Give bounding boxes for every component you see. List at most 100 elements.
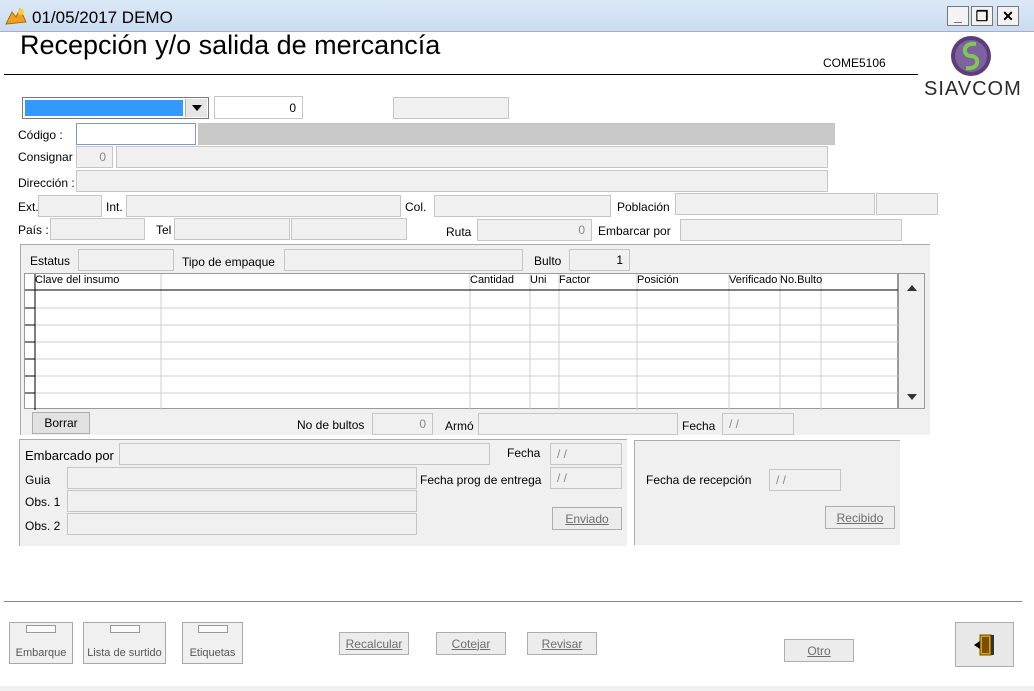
poblacion-field <box>675 193 875 215</box>
selector-dropdown[interactable] <box>22 97 209 119</box>
logo-text: SIAVCOM <box>924 78 1022 100</box>
shipping-fecha-label: Fecha <box>507 446 541 460</box>
no-bultos-field: 0 <box>372 413 433 435</box>
embarque-icon <box>26 625 56 633</box>
grid-scrollbar[interactable] <box>898 273 925 409</box>
etiquetas-button[interactable]: Etiquetas <box>182 622 243 664</box>
footer-divider <box>4 601 1022 602</box>
enviado-button-label: Enviado <box>565 511 609 526</box>
estatus-field <box>78 249 174 271</box>
col-posicion: Posición <box>637 274 679 286</box>
estatus-label: Estatus <box>30 254 71 268</box>
lista-surtido-button[interactable]: Lista de surtido <box>83 622 166 664</box>
embarque-button[interactable]: Embarque <box>9 622 73 664</box>
codigo-label: Código : <box>18 128 63 142</box>
ext-label: Ext. <box>18 200 39 214</box>
obs2-field <box>67 513 417 535</box>
fecha-label: Fecha <box>682 419 716 433</box>
lista-surtido-label: Lista de surtido <box>87 647 162 659</box>
grid-lines <box>25 274 899 410</box>
window-bottom-edge <box>0 686 1034 691</box>
scroll-up-icon[interactable] <box>907 285 917 291</box>
number-input[interactable]: 0 <box>214 96 303 119</box>
tel-field-2 <box>291 218 407 240</box>
col-no-bulto: No.Bulto <box>780 274 823 286</box>
fecha-field: / / <box>722 413 794 435</box>
exit-button[interactable] <box>955 622 1014 667</box>
armo-field <box>478 413 678 435</box>
pais-label: País : <box>18 223 49 237</box>
no-bultos-label: No de bultos <box>297 418 365 432</box>
obs1-field <box>67 490 417 512</box>
shipping-fecha-field: / / <box>550 443 622 465</box>
col-verificado: Verificado <box>729 274 778 286</box>
col-cantidad: Cantidad <box>470 274 515 286</box>
readonly-field-top <box>393 97 509 119</box>
enviado-button[interactable]: Enviado <box>552 507 622 530</box>
embarcar-por-label: Embarcar por <box>598 224 671 238</box>
direccion-field <box>76 170 828 192</box>
tel-label: Tel <box>156 223 172 237</box>
recalcular-label: Recalcular <box>345 636 403 651</box>
guia-field <box>67 467 417 489</box>
recalcular-button[interactable]: Recalcular <box>339 632 409 655</box>
revisar-label: Revisar <box>541 636 583 651</box>
int-label: Int. <box>106 200 123 214</box>
consignar-input[interactable]: 0 <box>76 146 113 168</box>
items-grid[interactable] <box>24 273 899 410</box>
close-button[interactable]: ✕ <box>997 6 1019 26</box>
bulto-field[interactable]: 1 <box>569 249 630 271</box>
col-field <box>434 195 611 217</box>
exit-door-icon <box>973 634 994 655</box>
tipo-empaque-field <box>284 249 523 271</box>
guia-label: Guia <box>25 473 51 487</box>
revisar-button[interactable]: Revisar <box>527 632 597 655</box>
embarcado-por-label: Embarcado por <box>25 448 114 463</box>
dropdown-selection <box>25 100 183 116</box>
borrar-button[interactable]: Borrar <box>32 412 90 434</box>
fecha-recepcion-field: / / <box>769 469 841 491</box>
reception-panel <box>634 440 900 545</box>
poblacion-label: Población <box>617 200 670 214</box>
etiquetas-label: Etiquetas <box>189 647 236 659</box>
recibido-button[interactable]: Recibido <box>825 506 895 529</box>
obs2-label: Obs. 2 <box>25 519 61 533</box>
etiquetas-icon <box>197 625 228 633</box>
int-field <box>126 195 401 217</box>
bulto-label: Bulto <box>534 254 562 268</box>
fecha-prog-field: / / <box>550 467 622 489</box>
fecha-recepcion-label: Fecha de recepción <box>646 473 752 487</box>
title-divider <box>4 74 918 75</box>
ruta-field: 0 <box>477 219 592 241</box>
otro-button[interactable]: Otro <box>784 639 854 662</box>
app-icon <box>5 7 27 25</box>
cotejar-label: Cotejar <box>451 636 491 651</box>
col-label: Col. <box>405 200 427 214</box>
col-factor: Factor <box>559 274 591 286</box>
poblacion-extra-field <box>876 193 938 215</box>
chevron-down-icon[interactable] <box>185 99 207 117</box>
window-title: 01/05/2017 DEMO <box>32 8 173 27</box>
pais-field <box>50 218 145 240</box>
form-code: COME5106 <box>823 56 886 70</box>
grid-header: Clave del insumo Cantidad Uni Factor Pos… <box>34 273 898 289</box>
cotejar-button[interactable]: Cotejar <box>436 632 506 655</box>
codigo-name-field <box>198 123 835 145</box>
obs1-label: Obs. 1 <box>25 495 61 509</box>
restore-button[interactable]: ❐ <box>971 6 993 26</box>
consignar-label: Consignar <box>18 150 73 164</box>
scroll-down-icon[interactable] <box>907 394 917 400</box>
direccion-label: Dirección : <box>18 176 75 190</box>
col-uni: Uni <box>530 274 547 286</box>
tipo-empaque-label: Tipo de empaque <box>182 255 275 269</box>
page-title: Recepción y/o salida de mercancía <box>20 30 441 60</box>
ruta-label: Ruta <box>446 225 472 239</box>
consignar-name-field <box>116 146 828 168</box>
embarcado-por-field <box>119 443 490 465</box>
embarcar-por-field <box>680 219 902 241</box>
fecha-prog-label: Fecha prog de entrega <box>420 473 542 487</box>
col-clave: Clave del insumo <box>35 274 120 286</box>
minimize-button[interactable]: _ <box>947 6 969 26</box>
codigo-input[interactable] <box>76 123 196 145</box>
armo-label: Armó <box>445 419 474 433</box>
